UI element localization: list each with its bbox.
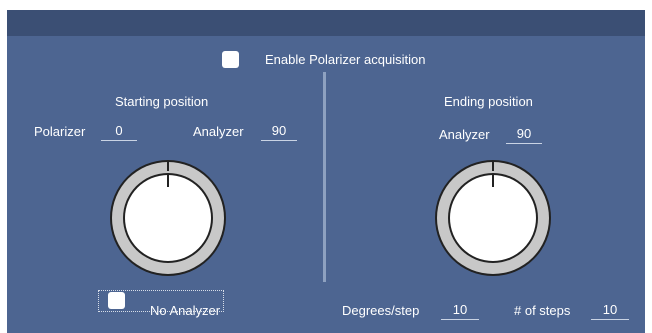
end-analyzer-input[interactable]: 90 bbox=[506, 125, 542, 144]
panel-header-bar bbox=[7, 10, 645, 36]
start-analyzer-input[interactable]: 90 bbox=[261, 122, 297, 141]
degrees-step-input[interactable]: 10 bbox=[441, 301, 479, 320]
no-analyzer-label: No Analyzer bbox=[150, 303, 221, 318]
starting-position-title: Starting position bbox=[115, 94, 209, 109]
ending-position-dial[interactable] bbox=[433, 158, 553, 278]
end-analyzer-label: Analyzer bbox=[439, 127, 490, 142]
degrees-step-label: Degrees/step bbox=[342, 303, 420, 318]
num-steps-label: # of steps bbox=[514, 303, 571, 318]
dial-face bbox=[125, 175, 211, 261]
enable-polarizer-label: Enable Polarizer acquisition bbox=[265, 52, 426, 67]
ending-position-title: Ending position bbox=[444, 94, 533, 109]
start-analyzer-label: Analyzer bbox=[193, 124, 244, 139]
polarizer-input[interactable]: 0 bbox=[101, 122, 137, 141]
polarizer-label: Polarizer bbox=[34, 124, 86, 139]
section-divider bbox=[323, 72, 326, 282]
starting-position-dial[interactable] bbox=[108, 158, 228, 278]
dial-face bbox=[450, 175, 536, 261]
enable-polarizer-checkbox[interactable] bbox=[222, 51, 239, 68]
no-analyzer-checkbox[interactable] bbox=[108, 292, 125, 309]
num-steps-input[interactable]: 10 bbox=[591, 301, 629, 320]
